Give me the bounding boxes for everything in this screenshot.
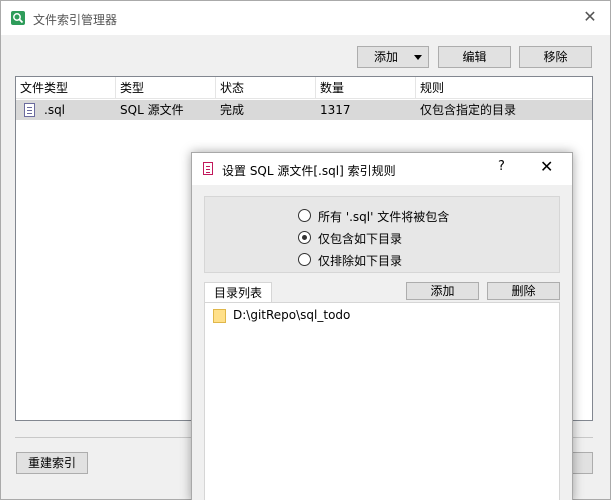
rule-option-group: 所有 '.sql' 文件将被包含 仅包含如下目录 仅排除如下目录	[204, 196, 560, 273]
help-icon[interactable]: ?	[498, 159, 505, 174]
option-label: 仅排除如下目录	[318, 254, 403, 268]
folder-icon	[213, 309, 226, 323]
search-icon	[11, 11, 25, 25]
column-header-rule[interactable]: 规则	[416, 77, 592, 99]
option-label: 所有 '.sql' 文件将被包含	[318, 210, 450, 224]
table-header: 文件类型 类型 状态 数量 规则	[16, 77, 592, 99]
column-header-type[interactable]: 类型	[116, 77, 216, 99]
cell-file-type: .sql	[44, 103, 66, 117]
chevron-down-icon[interactable]	[414, 55, 422, 60]
column-header-count[interactable]: 数量	[316, 77, 416, 99]
cell-type: SQL 源文件	[120, 103, 184, 117]
rebuild-index-button[interactable]: 重建索引	[16, 452, 88, 474]
file-icon	[24, 103, 35, 117]
close-icon[interactable]: ✕	[580, 7, 600, 27]
column-header-file-type[interactable]: 文件类型	[16, 77, 116, 99]
radio-include-dirs[interactable]	[298, 231, 311, 244]
file-icon	[203, 162, 213, 175]
column-header-status[interactable]: 状态	[216, 77, 316, 99]
delete-directory-button[interactable]: 删除	[487, 282, 560, 300]
titlebar: 文件索引管理器 ✕	[1, 1, 610, 35]
close-icon[interactable]: ✕	[540, 157, 553, 176]
option-label: 仅包含如下目录	[318, 232, 403, 246]
add-button[interactable]: 添加	[357, 46, 429, 68]
add-directory-button[interactable]: 添加	[406, 282, 479, 300]
close-button-partial[interactable]	[573, 452, 593, 474]
index-rule-dialog: 设置 SQL 源文件[.sql] 索引规则 ? ✕ 所有 '.sql' 文件将被…	[191, 152, 573, 500]
cell-rule: 仅包含指定的目录	[420, 103, 517, 117]
cell-status: 完成	[220, 103, 245, 117]
dialog-title: 设置 SQL 源文件[.sql] 索引规则	[222, 164, 396, 178]
edit-button[interactable]: 编辑	[438, 46, 511, 68]
remove-button[interactable]: 移除	[519, 46, 592, 68]
window-title: 文件索引管理器	[33, 13, 118, 27]
dialog-titlebar: 设置 SQL 源文件[.sql] 索引规则 ? ✕	[192, 153, 572, 185]
radio-include-all[interactable]	[298, 209, 311, 222]
add-button-label: 添加	[374, 50, 399, 64]
table-row[interactable]: .sql SQL 源文件 完成 1317 仅包含指定的目录	[16, 100, 592, 120]
directory-list: D:\gitRepo\sql_todo	[204, 302, 560, 500]
directory-path: D:\gitRepo\sql_todo	[233, 308, 351, 322]
cell-count: 1317	[320, 103, 351, 117]
radio-exclude-dirs[interactable]	[298, 253, 311, 266]
tab-directory-list[interactable]: 目录列表	[204, 282, 272, 303]
